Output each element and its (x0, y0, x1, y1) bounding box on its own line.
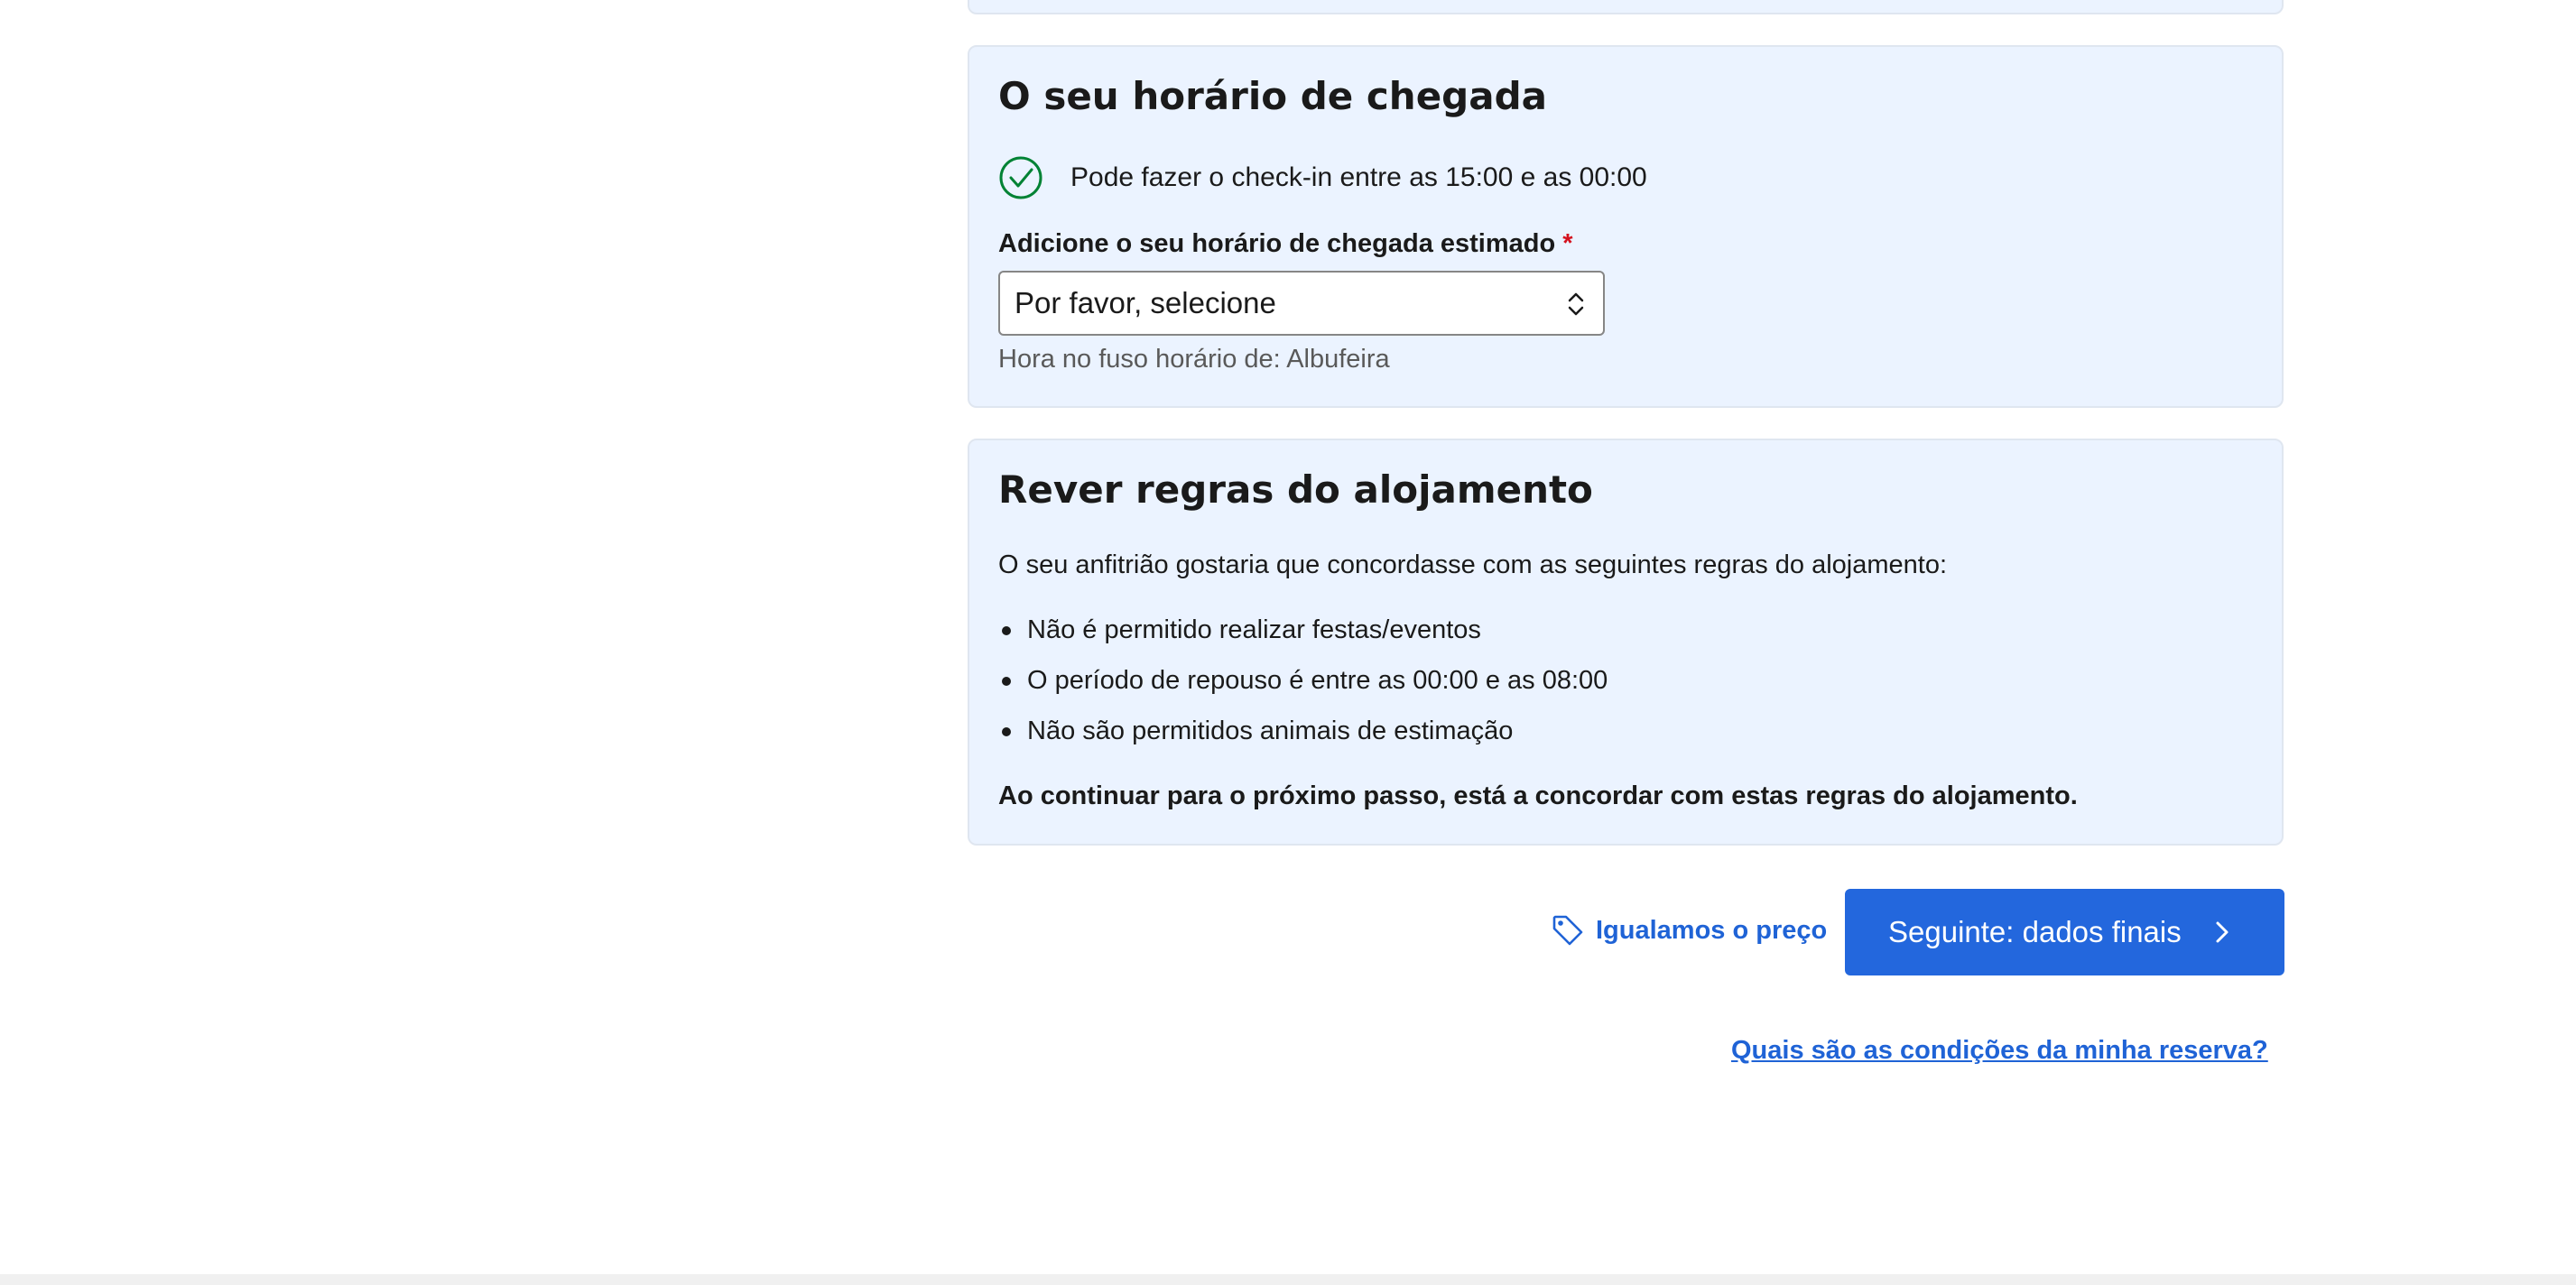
previous-section-card (968, 0, 2284, 14)
bullet-icon (1002, 626, 1011, 635)
house-rules-title: Rever regras do alojamento (998, 467, 1593, 512)
checkin-info: Pode fazer o check-in entre as 15:00 e a… (998, 155, 1647, 200)
next-step-label: Seguinte: dados finais (1888, 915, 2182, 948)
house-rules-intro: O seu anfitrião gostaria que concordasse… (998, 550, 1948, 579)
price-match-link[interactable]: Igualamos o preço (1551, 913, 1827, 948)
house-rule-text: Não é permitido realizar festas/eventos (1027, 615, 1481, 644)
house-rules-agreement-note: Ao continuar para o próximo passo, está … (998, 781, 2078, 810)
bullet-icon (1002, 677, 1011, 686)
house-rule-text: Não são permitidos animais de estimação (1027, 716, 1514, 745)
house-rule-text: O período de repouso é entre as 00:00 e … (1027, 666, 1608, 695)
footer-divider (0, 1274, 2576, 1285)
booking-conditions-link[interactable]: Quais são as condições da minha reserva? (1731, 1036, 2268, 1066)
house-rules-card: Rever regras do alojamento O seu anfitri… (968, 439, 2284, 846)
booking-step-page: O seu horário de chegada Pode fazer o ch… (0, 0, 2576, 1285)
house-rule-item: O período de repouso é entre as 00:00 e … (1002, 655, 1608, 706)
arrival-time-title: O seu horário de chegada (998, 74, 1547, 118)
price-match-label: Igualamos o preço (1596, 915, 1828, 945)
next-step-button[interactable]: Seguinte: dados finais (1845, 889, 2284, 975)
arrival-time-select[interactable]: Por favor, selecione (998, 271, 1605, 336)
checkin-window-text: Pode fazer o check-in entre as 15:00 e a… (1070, 162, 1647, 192)
bullet-icon (1002, 727, 1011, 736)
arrival-time-label-text: Adicione o seu horário de chegada estima… (998, 229, 1556, 258)
required-mark: * (1562, 229, 1573, 258)
tag-icon (1551, 913, 1585, 948)
house-rule-item: Não são permitidos animais de estimação (1002, 706, 1608, 756)
house-rule-item: Não é permitido realizar festas/eventos (1002, 605, 1608, 655)
arrival-time-card: O seu horário de chegada Pode fazer o ch… (968, 45, 2284, 408)
select-arrows-icon (1565, 291, 1587, 318)
check-circle-icon (998, 155, 1043, 200)
timezone-hint: Hora no fuso horário de: Albufeira (998, 345, 1390, 374)
arrival-time-select-value: Por favor, selecione (1015, 286, 1276, 319)
arrival-time-field-label: Adicione o seu horário de chegada estima… (998, 229, 1573, 259)
house-rules-list: Não é permitido realizar festas/eventos … (998, 605, 1608, 756)
chevron-right-icon (2214, 920, 2230, 945)
